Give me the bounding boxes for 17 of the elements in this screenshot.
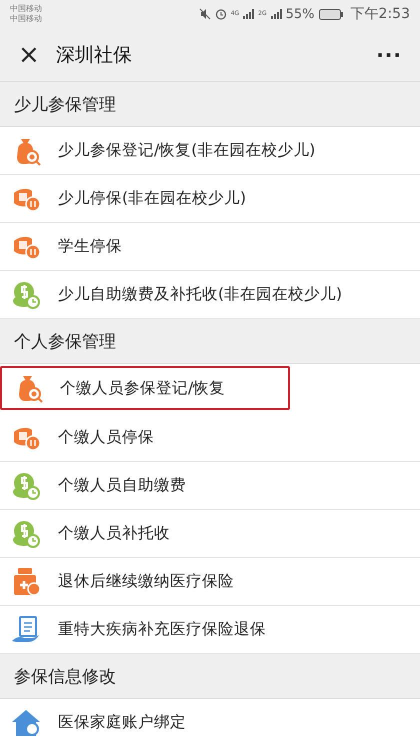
mute-icon <box>198 8 211 20</box>
more-button[interactable]: ··· <box>372 42 406 66</box>
menu-item[interactable]: 医保家庭账户绑定 <box>0 699 420 742</box>
close-button[interactable]: × <box>14 42 44 68</box>
signal-icon <box>243 9 254 19</box>
signal-icon <box>270 9 282 19</box>
section-title: 少儿参保管理 <box>14 94 116 116</box>
carrier-name: 中国移动 <box>10 14 42 24</box>
section-title: 个人参保管理 <box>14 330 116 352</box>
battery-icon <box>318 8 343 20</box>
clock-time: 下午2:53 <box>350 5 410 23</box>
carrier-name: 中国移动 <box>10 4 42 14</box>
battery-percent: 55% <box>286 6 315 22</box>
alarm-icon <box>214 8 227 20</box>
page-title: 深圳社保 <box>56 42 133 68</box>
section-title: 参保信息修改 <box>14 666 116 688</box>
highlighted-menu-item[interactable]: 个缴人员参保登记/恢复 <box>0 366 290 410</box>
